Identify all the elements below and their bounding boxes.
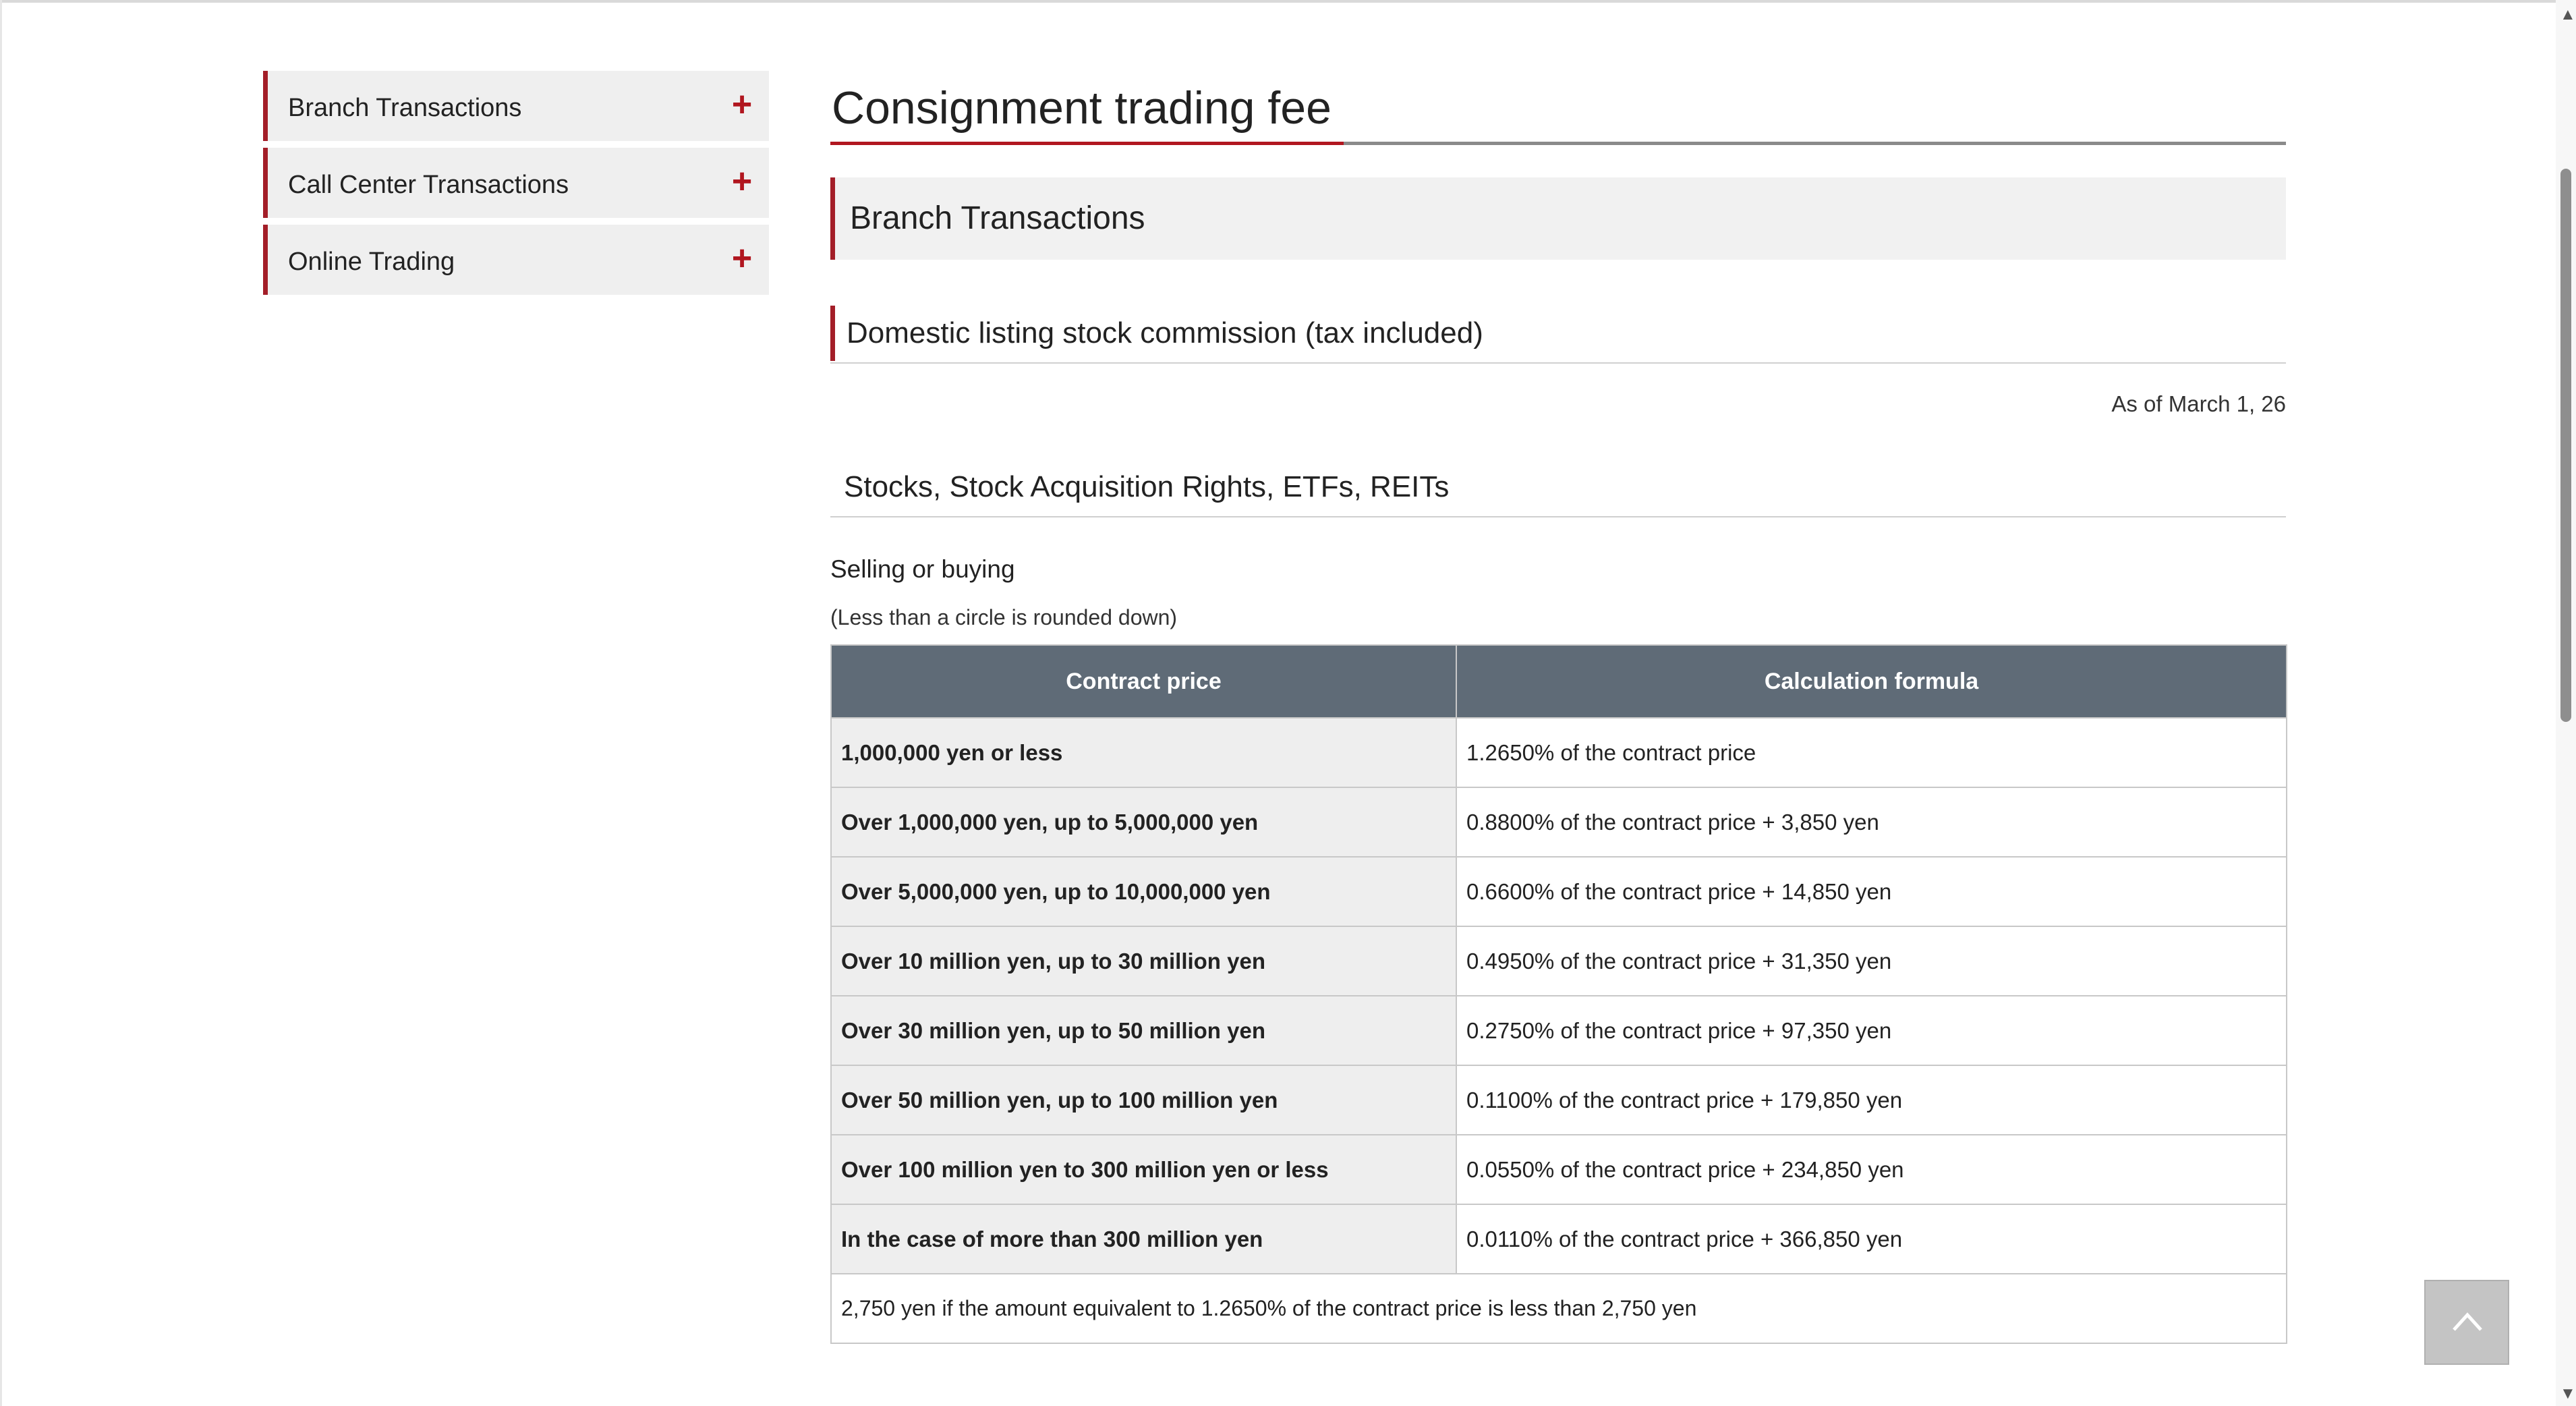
sidebar-item-label: Call Center Transactions bbox=[288, 171, 569, 199]
formula-cell: 0.4950% of the contract price + 31,350 y… bbox=[1456, 926, 2287, 996]
table-row: Over 30 million yen, up to 50 million ye… bbox=[830, 995, 2287, 1066]
formula-cell: 0.0110% of the contract price + 366,850 … bbox=[1456, 1204, 2287, 1274]
table-row: Over 5,000,000 yen, up to 10,000,000 yen… bbox=[830, 856, 2287, 927]
contract-price-cell: Over 50 million yen, up to 100 million y… bbox=[830, 1065, 1457, 1135]
contract-price-cell: Over 5,000,000 yen, up to 10,000,000 yen bbox=[830, 856, 1457, 927]
formula-cell: 0.1100% of the contract price + 179,850 … bbox=[1456, 1065, 2287, 1135]
formula-cell: 0.0550% of the contract price + 234,850 … bbox=[1456, 1134, 2287, 1205]
formula-cell: 1.2650% of the contract price bbox=[1456, 717, 2287, 788]
contract-price-cell: 1,000,000 yen or less bbox=[830, 717, 1457, 788]
column-header-calculation-formula: Calculation formula bbox=[1456, 644, 2287, 719]
main-content: Consignment trading fee Branch Transacti… bbox=[830, 67, 2287, 1344]
vertical-scrollbar[interactable]: ▲ ▼ bbox=[2556, 0, 2576, 1406]
table-row: Over 100 million yen to 300 million yen … bbox=[830, 1134, 2287, 1205]
sidebar-item-call-center-transactions[interactable]: Call Center Transactions + bbox=[263, 148, 769, 218]
sidebar-item-online-trading[interactable]: Online Trading + bbox=[263, 225, 769, 295]
plus-icon[interactable]: + bbox=[728, 87, 755, 122]
contract-price-cell: Over 10 million yen, up to 30 million ye… bbox=[830, 926, 1457, 996]
scroll-down-arrow-icon[interactable]: ▼ bbox=[2560, 1386, 2576, 1402]
selling-label: Selling or buying bbox=[830, 555, 1015, 583]
table-header-row: Contract price Calculation formula bbox=[830, 644, 2287, 719]
contract-price-cell: Over 1,000,000 yen, up to 5,000,000 yen bbox=[830, 787, 1457, 857]
contract-price-cell: Over 100 million yen to 300 million yen … bbox=[830, 1134, 1457, 1205]
sidebar-nav: Branch Transactions + Call Center Transa… bbox=[263, 71, 769, 302]
title-underline-accent bbox=[830, 142, 1344, 145]
left-border bbox=[0, 0, 2, 1406]
title-underline bbox=[830, 142, 2286, 145]
formula-cell: 0.8800% of the contract price + 3,850 ye… bbox=[1456, 787, 2287, 857]
section-title: Branch Transactions bbox=[830, 177, 2286, 260]
table-row: In the case of more than 300 million yen… bbox=[830, 1204, 2287, 1274]
table-footnote: 2,750 yen if the amount equivalent to 1.… bbox=[830, 1273, 2287, 1344]
chevron-up-icon bbox=[2453, 1312, 2482, 1331]
table-row: Over 10 million yen, up to 30 million ye… bbox=[830, 926, 2287, 996]
category-title: Stocks, Stock Acquisition Rights, ETFs, … bbox=[844, 470, 1450, 503]
sidebar-item-label: Online Trading bbox=[288, 248, 455, 276]
back-to-top-button[interactable] bbox=[2424, 1280, 2509, 1365]
scroll-up-arrow-icon[interactable]: ▲ bbox=[2560, 7, 2576, 23]
subsection-divider bbox=[830, 362, 2286, 364]
table-footnote-row: 2,750 yen if the amount equivalent to 1.… bbox=[830, 1273, 2287, 1344]
column-header-contract-price: Contract price bbox=[830, 644, 1457, 719]
subsection-title: Domestic listing stock commission (tax i… bbox=[830, 306, 2286, 361]
scrollbar-thumb[interactable] bbox=[2560, 169, 2571, 722]
as-of-date: As of March 1, 26 bbox=[2111, 391, 2286, 416]
contract-price-cell: Over 30 million yen, up to 50 million ye… bbox=[830, 995, 1457, 1066]
commission-table: Contract price Calculation formula 1,000… bbox=[830, 644, 2287, 1344]
category-divider bbox=[830, 516, 2286, 517]
formula-cell: 0.6600% of the contract price + 14,850 y… bbox=[1456, 856, 2287, 927]
table-row: Over 50 million yen, up to 100 million y… bbox=[830, 1065, 2287, 1135]
table-row: 1,000,000 yen or less 1.2650% of the con… bbox=[830, 717, 2287, 788]
formula-cell: 0.2750% of the contract price + 97,350 y… bbox=[1456, 995, 2287, 1066]
page-title: Consignment trading fee bbox=[832, 82, 1332, 134]
rounding-note: (Less than a circle is rounded down) bbox=[830, 605, 1178, 629]
sidebar-item-branch-transactions[interactable]: Branch Transactions + bbox=[263, 71, 769, 141]
contract-price-cell: In the case of more than 300 million yen bbox=[830, 1204, 1457, 1274]
table-row: Over 1,000,000 yen, up to 5,000,000 yen … bbox=[830, 787, 2287, 857]
plus-icon[interactable]: + bbox=[728, 164, 755, 199]
sidebar-item-label: Branch Transactions bbox=[288, 94, 522, 122]
plus-icon[interactable]: + bbox=[728, 241, 755, 276]
top-border bbox=[0, 0, 2576, 3]
